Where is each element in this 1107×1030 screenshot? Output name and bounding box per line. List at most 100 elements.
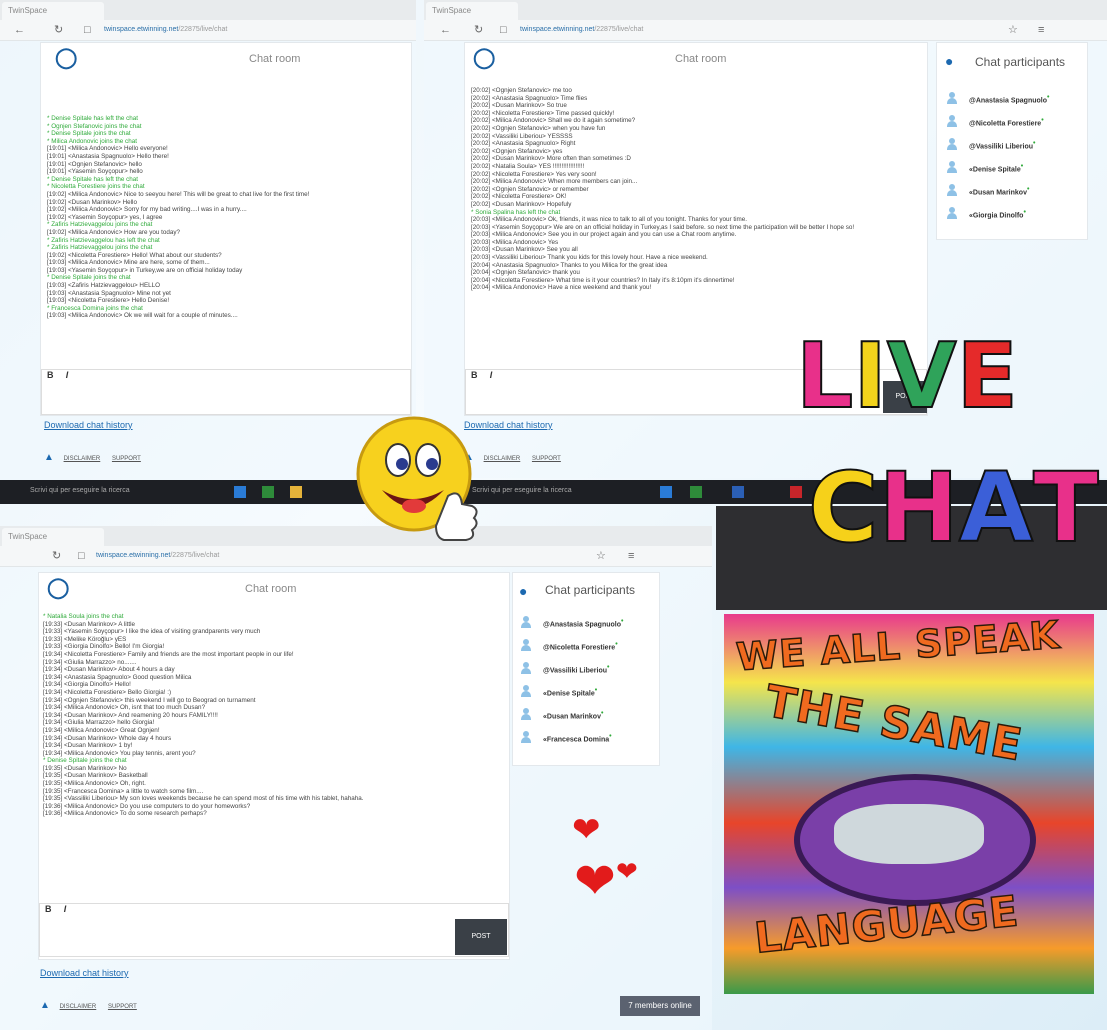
chat-message: [19:03] <Zafiris Hatzievaggelou> HELLO (47, 282, 161, 290)
online-indicator: • (607, 664, 610, 671)
user-icon (521, 639, 531, 651)
post-button[interactable]: POST (455, 919, 507, 955)
refresh-icon[interactable]: ↻ (474, 22, 483, 38)
address-bar[interactable]: twinspace.etwinning.net/22875/live/chat (104, 22, 227, 38)
support-link[interactable]: SUPPORT (108, 1004, 137, 1010)
poster-line-2: THE SAME (761, 675, 1027, 772)
chat-message: [19:34] <Dusan Marinkov> 1 by! (43, 742, 133, 750)
participant-item[interactable]: @Nicoletta Forestiere• (521, 636, 657, 659)
browser-tab[interactable]: TwinSpace (2, 2, 104, 20)
chat-message: [20:04] <Milica Andonovic> Have a nice w… (471, 284, 652, 292)
disclaimer-link[interactable]: DISCLAIMER (484, 456, 521, 462)
message-list: * Natalia Soula joins the chat [19:33] <D… (43, 613, 364, 818)
participant-name: «Giorgia Dinolfo (969, 212, 1024, 220)
participant-item[interactable]: @Vassiliki Liberiou• (521, 659, 657, 682)
star-icon[interactable]: ☆ (1008, 22, 1018, 38)
participant-item[interactable]: @Anastasia Spagnuolo• (947, 89, 1083, 112)
chat-message: [19:34] <Nicoletta Forestiere> Bello Gio… (43, 688, 172, 696)
user-icon (521, 731, 531, 743)
participant-item[interactable]: «Francesca Domina• (521, 728, 657, 751)
back-icon[interactable]: ← (14, 22, 25, 38)
star-icon[interactable]: ☆ (596, 548, 606, 564)
support-link[interactable]: SUPPORT (532, 456, 561, 462)
support-link[interactable]: SUPPORT (112, 456, 141, 462)
online-indicator: • (1020, 163, 1024, 170)
address-bar[interactable]: twinspace.etwinning.net/22875/live/chat (520, 22, 643, 38)
tab-strip: TwinSpace (424, 0, 1107, 20)
download-history-link[interactable]: Download chat history (44, 420, 133, 430)
taskbar-search[interactable]: Scrivi qui per eseguire la ricerca (472, 487, 572, 494)
download-history-link[interactable]: Download chat history (40, 968, 129, 978)
participant-item[interactable]: @Anastasia Spagnuolo• (521, 613, 657, 636)
taskbar-search[interactable]: Scrivi qui per eseguire la ricerca (30, 487, 130, 494)
heart-icon: ❤ (572, 811, 601, 849)
chat-message: [19:33] <Giorgia Dinolfo> Bello! I'm Gio… (43, 643, 165, 651)
home-icon[interactable]: ▲ (44, 452, 54, 463)
chat-message: [20:02] <Ognjen Stefanovic> when you hav… (471, 124, 606, 132)
disclaimer-link[interactable]: DISCLAIMER (64, 456, 101, 462)
chat-message: [19:34] <Dusan Marinkov> And reamening 2… (43, 711, 218, 719)
word-icon[interactable] (732, 486, 744, 498)
edge-icon[interactable] (234, 486, 246, 498)
edge-icon[interactable] (660, 486, 672, 498)
bold-button[interactable]: B (466, 368, 483, 382)
refresh-icon[interactable]: ↻ (54, 22, 63, 38)
chat-message: [19:35] <Vassiliki Liberiou> My son love… (43, 795, 364, 803)
smiley-icon (356, 416, 478, 541)
excel-icon[interactable] (262, 486, 274, 498)
address-bar[interactable]: twinspace.etwinning.net/22875/live/chat (96, 548, 219, 564)
italic-button[interactable]: I (61, 368, 74, 382)
message-editor[interactable]: B I (39, 903, 509, 957)
acrobat-icon[interactable] (790, 486, 802, 498)
italic-button[interactable]: I (59, 902, 72, 916)
bold-button[interactable]: B (40, 902, 57, 916)
excel-icon[interactable] (690, 486, 702, 498)
bold-button[interactable]: B (42, 368, 59, 382)
home-icon[interactable]: ▲ (40, 1000, 50, 1011)
chat-message: [19:34] <Giulia Marrazzo> hello Giorgia! (43, 719, 155, 727)
system-message: * Francesca Domina joins the chat (47, 304, 143, 312)
system-message: * Zafiris Hatzievaggelou has left the ch… (47, 236, 160, 244)
chat-message: [20:02] <Nicoletta Forestiere> Time pass… (471, 109, 615, 117)
chat-message: [19:33] <Dusan Marinkov> A little (43, 620, 136, 628)
members-online-badge[interactable]: 7 members online (620, 996, 700, 1016)
participant-item[interactable]: «Dusan Marinkov• (521, 705, 657, 728)
italic-button[interactable]: I (485, 368, 498, 382)
chat-message: [20:02] <Dusan Marinkov> Hopefuly (471, 200, 572, 208)
chat-message: [19:34] <Giorgia Dinolfo> Hello! (43, 681, 131, 689)
menu-icon[interactable]: ≡ (1038, 22, 1044, 38)
user-icon (947, 207, 957, 219)
chat-message: [19:02] <Nicoletta Forestiere> Hello! Wh… (47, 251, 222, 259)
folder-icon[interactable] (290, 486, 302, 498)
chat-message: [19:03] <Milica Andonovic> Ok we will wa… (47, 312, 238, 320)
chat-message: [20:04] <Anastasia Spagnuolo> Thanks to … (471, 261, 668, 269)
system-message: * Denise Spitale has left the chat (47, 115, 139, 122)
browser-tab[interactable]: TwinSpace (2, 528, 104, 546)
heart-icon: ❤ (574, 853, 616, 909)
chat-message: [19:35] <Dusan Marinkov> No (43, 764, 127, 772)
refresh-icon[interactable]: ↻ (52, 548, 61, 564)
chat-message: [20:03] <Yasemin Soyçopur> We are on an … (471, 223, 855, 231)
lock-icon: □ (500, 24, 507, 36)
chat-bubble-icon: ◯ (473, 47, 496, 69)
decor-letter: L (795, 324, 854, 429)
menu-icon[interactable]: ≡ (628, 548, 634, 564)
chat-message: [19:34] <Milica Andonovic> Great Ognjen! (43, 726, 160, 734)
participant-item[interactable]: «Dusan Marinkov• (947, 181, 1083, 204)
back-icon[interactable]: ← (440, 22, 451, 38)
chat-room-title: Chat room (675, 53, 727, 65)
participant-item[interactable]: «Denise Spitale• (947, 158, 1083, 181)
participant-item[interactable]: @Nicoletta Forestiere• (947, 112, 1083, 135)
chat-message: [19:02] <Dusan Marinkov> Hello (47, 198, 137, 206)
participant-item[interactable]: @Vassiliki Liberiou• (947, 135, 1083, 158)
disclaimer-link[interactable]: DISCLAIMER (60, 1004, 97, 1010)
browser-tab[interactable]: TwinSpace (426, 2, 518, 20)
chat-message: [20:02] <Anastasia Spagnuolo> Right (471, 140, 576, 148)
participant-item[interactable]: «Denise Spitale• (521, 682, 657, 705)
participant-item[interactable]: «Giorgia Dinolfo• (947, 204, 1083, 227)
chat-message: [19:34] <Ognjen Stefanovic> this weekend… (43, 696, 256, 704)
chat-message: [19:35] <Francesca Domina> a little to w… (43, 787, 204, 795)
message-editor[interactable]: B I (41, 369, 411, 415)
chat-message: [20:02] <Ognjen Stefanovic> yes (471, 147, 563, 155)
live-heading: LIVE (795, 324, 1019, 429)
